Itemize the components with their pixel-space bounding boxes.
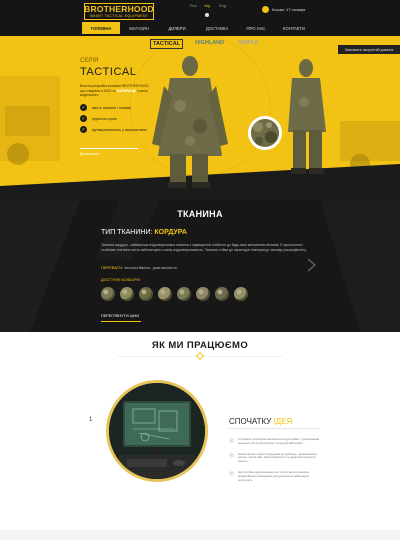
details-link-label: Детальніше — [80, 152, 100, 156]
how-we-work-title: ЯК МИ ПРАЦЮЄМО — [151, 340, 249, 351]
color-swatch[interactable] — [101, 287, 115, 301]
tab-simple[interactable]: SIMPLE — [236, 39, 260, 49]
feature-label: функціональність у використанні — [92, 127, 147, 132]
series-tabs: TACTICAL HIGHLAND SIMPLE — [150, 39, 271, 49]
step-title-highlight: ІДЕЯ — [273, 417, 293, 426]
check-icon: ✓ — [229, 438, 234, 443]
step-item-text: Усі моделі розроблені нашими конструктор… — [238, 437, 320, 445]
check-icon: ✓ — [229, 452, 234, 458]
color-swatch[interactable] — [139, 287, 153, 301]
color-swatch[interactable] — [215, 287, 229, 301]
advantages-label: ПЕРЕВАГИ: — [101, 265, 124, 270]
advantages-text: зносостійкість, довговічність — [123, 265, 178, 270]
color-swatch[interactable] — [196, 287, 210, 301]
tab-tactical[interactable]: TACTICAL — [150, 39, 184, 49]
details-link[interactable]: Детальніше — [80, 142, 138, 156]
color-swatch[interactable] — [120, 287, 134, 301]
lang-ua[interactable]: Укр — [204, 3, 210, 8]
color-swatch[interactable] — [158, 287, 172, 301]
view-prices-underline — [101, 321, 141, 322]
feature-item: ✓ якість тканини і пошиву — [80, 102, 147, 113]
step-number: 1 — [89, 417, 93, 423]
nav-contacts[interactable]: КОНТАКТИ — [274, 22, 314, 34]
next-arrow-icon[interactable] — [306, 258, 317, 272]
nav-about[interactable]: ПРО НАС — [238, 22, 274, 34]
fabric-type: ТИП ТКАНИНИ: КОРДУРА — [101, 229, 187, 236]
check-icon: ✓ — [229, 470, 234, 476]
desc-highlight: НАЙКРАЩЕ — [116, 88, 137, 93]
tab-highland[interactable]: HIGHLAND — [193, 39, 226, 49]
fabric-advantages: ПЕРЕВАГИ: зносостійкість, довговічність — [101, 265, 177, 270]
step-list-item: ✓ Ідеї постійно вдосконалюються та тестую… — [229, 469, 321, 482]
cart-button[interactable]: Кошик: 17 позиція — [262, 6, 305, 13]
lang-en[interactable]: Eng — [219, 3, 226, 8]
check-icon: ✓ — [80, 104, 87, 111]
fabric-background — [0, 200, 400, 332]
lang-ru[interactable]: Рос — [190, 3, 197, 8]
step-title: СПОЧАТКУ ІДЕЯ — [229, 417, 292, 426]
fabric-type-name: КОРДУРА — [154, 229, 187, 236]
feature-list: ✓ якість тканини і пошиву ✓ зручність крою… — [80, 102, 147, 135]
divider-diamond-icon — [195, 351, 205, 361]
nav-shop[interactable]: МАГАЗИН — [120, 22, 158, 34]
logo-sub-text: SMART TACTICAL EQUIPMENT — [89, 14, 149, 18]
step-title-prefix: СПОЧАТКУ — [229, 417, 274, 426]
hero-section — [0, 36, 400, 200]
footer-strip — [0, 530, 400, 540]
main-nav: ГОЛОВНА МАГАЗИН ДИЛЕРИ ДОСТАВКА ПРО НАС … — [82, 22, 314, 34]
nav-dealers[interactable]: ДИЛЕРИ — [158, 22, 196, 34]
series-title: TACTICAL — [80, 66, 137, 78]
step-photo — [106, 380, 208, 482]
step-list-item: ✓ Кожна деталь моделі продумана до дрібни… — [229, 451, 321, 464]
brand-logo[interactable]: BROTHERHOOD SMART TACTICAL EQUIPMENT — [84, 3, 154, 20]
step-title-underline — [229, 428, 319, 429]
series-description: Власна розробка компанії BROTHERHOOD, що… — [80, 84, 152, 98]
callback-button[interactable]: Замовити зворотній дзвінок — [338, 45, 400, 54]
series-label: СЕРІЯ — [80, 58, 99, 64]
feature-item: ✓ функціональність у використанні — [80, 124, 147, 135]
step-list-item: ✓ Усі моделі розроблені нашими конструкто… — [229, 437, 321, 446]
feature-label: якість тканини і пошиву — [92, 105, 132, 110]
hero-background — [0, 36, 400, 200]
nav-delivery[interactable]: ДОСТАВКА — [196, 22, 238, 34]
colors-label: ДОСТУПНІ КОЛЬОРИ: — [101, 278, 141, 282]
step-item-text: Ідеї постійно вдосконалюються та тестуют… — [238, 469, 310, 482]
feature-label: зручність крою — [92, 116, 117, 121]
check-icon: ✓ — [80, 115, 87, 122]
color-swatch[interactable] — [177, 287, 191, 301]
color-swatch[interactable] — [234, 287, 248, 301]
fabric-section — [0, 200, 400, 332]
fabric-title: ТКАНИНА — [177, 209, 223, 219]
fabric-zoom-image — [248, 116, 282, 150]
nav-home[interactable]: ГОЛОВНА — [82, 22, 120, 34]
details-link-underline — [80, 148, 138, 149]
fabric-type-label: ТИП ТКАНИНИ: — [101, 229, 153, 236]
step-list: ✓ Усі моделі розроблені нашими конструкто… — [229, 437, 321, 489]
view-prices-button[interactable]: ПЕРЕГЛЯНУТИ ЦІНИ — [101, 314, 139, 318]
feature-item: ✓ зручність крою — [80, 113, 147, 124]
cart-icon — [262, 6, 269, 13]
cart-summary: Кошик: 17 позиція — [272, 7, 306, 12]
fabric-description: Тканина кордура - найміцніша водонепрони… — [101, 243, 307, 252]
scroll-down-icon — [205, 13, 209, 17]
logo-main-text: BROTHERHOOD — [84, 4, 154, 14]
check-icon: ✓ — [80, 126, 87, 133]
step-item-text: Кожна деталь моделі продумана до дрібниц… — [238, 451, 317, 464]
